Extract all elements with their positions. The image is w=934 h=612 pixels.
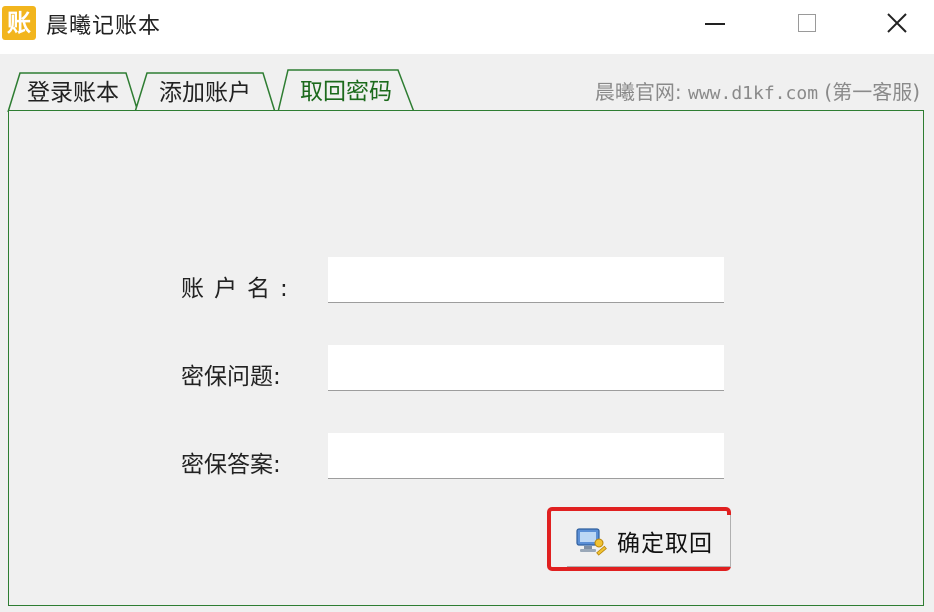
confirm-highlight-box: 确定取回 <box>547 507 731 571</box>
minimize-button[interactable] <box>684 0 746 46</box>
tab-login-ledger[interactable]: 登录账本 <box>7 71 139 113</box>
security-question-input[interactable] <box>328 345 724 391</box>
maximize-button[interactable] <box>776 0 838 46</box>
window-title: 晨曦记账本 <box>46 14 162 39</box>
security-question-label: 密保问题: <box>181 364 281 390</box>
confirm-retrieve-button[interactable]: 确定取回 <box>567 515 731 567</box>
maximize-icon <box>798 14 816 32</box>
title-bar: 账 晨曦记账本 <box>0 0 934 54</box>
app-ledger-icon: 账 <box>2 6 36 40</box>
tab-label: 添加账户 <box>159 80 251 106</box>
website-suffix: (第一客服) <box>824 80 920 104</box>
minimize-icon <box>705 23 725 25</box>
tab-add-account[interactable]: 添加账户 <box>134 71 276 113</box>
computer-key-icon <box>576 527 607 556</box>
website-url: www.d1kf.com <box>687 83 819 104</box>
close-icon <box>887 13 907 33</box>
recover-password-panel: 账户名: 密保问题: 密保答案: 确定取回 <box>8 110 924 606</box>
confirm-label: 确定取回 <box>617 530 713 557</box>
security-answer-input[interactable] <box>328 433 724 479</box>
tab-recover-password[interactable]: 取回密码 <box>277 68 415 113</box>
tab-label: 登录账本 <box>27 80 119 106</box>
close-button[interactable] <box>866 0 928 46</box>
account-name-label: 账户名: <box>181 276 298 302</box>
website-info: 晨曦官网: www.d1kf.com (第一客服) <box>595 76 920 105</box>
account-name-input[interactable] <box>328 257 724 303</box>
window-body: 登录账本 添加账户 取回密码 晨曦官网: www.d1kf.com (第一客服)… <box>0 54 934 612</box>
tab-label: 取回密码 <box>300 79 392 105</box>
security-answer-label: 密保答案: <box>181 452 281 478</box>
website-prefix: 晨曦官网: <box>594 80 682 104</box>
tab-strip: 登录账本 添加账户 取回密码 晨曦官网: www.d1kf.com (第一客服) <box>0 68 934 113</box>
